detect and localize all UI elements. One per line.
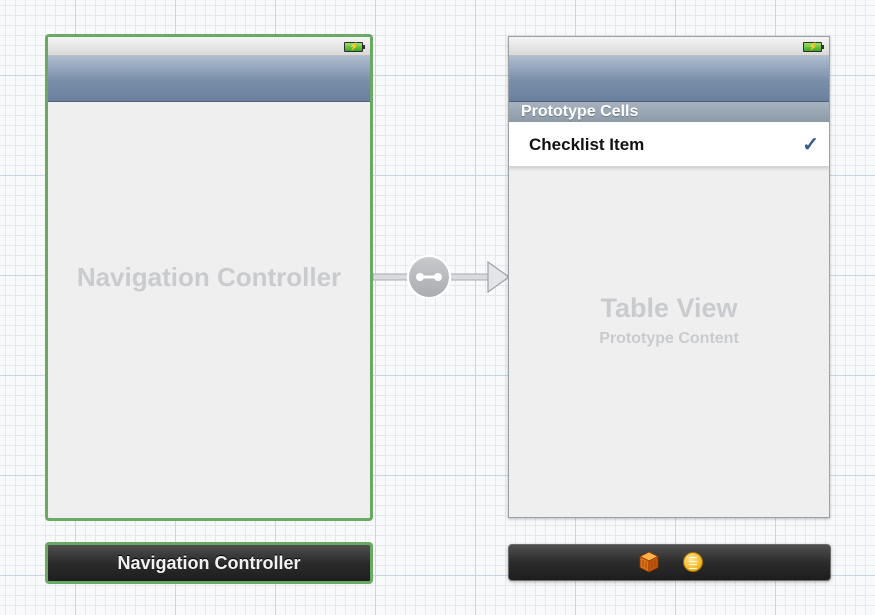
view-controller-cube-icon[interactable] [639, 551, 659, 573]
navigation-bar[interactable] [509, 56, 829, 102]
battery-icon: ⚡ [803, 42, 824, 52]
table-view-controller-dock[interactable] [508, 544, 831, 581]
navigation-controller-dock[interactable]: Navigation Controller [45, 542, 373, 584]
status-bar: ⚡ [509, 37, 829, 56]
segue-link-icon[interactable] [406, 254, 452, 300]
checkmark-icon: ✓ [802, 134, 819, 156]
status-bar: ⚡ [48, 37, 370, 56]
navigation-controller-title: Navigation Controller [76, 262, 342, 292]
navigation-bar[interactable] [48, 56, 370, 102]
segue-arrowhead [487, 260, 510, 294]
dock-label: Navigation Controller [117, 553, 301, 573]
first-responder-icon[interactable] [683, 552, 703, 572]
table-view-controller-scene[interactable]: ⚡ Prototype Cells Checklist Item ✓ Table… [508, 36, 830, 518]
checklist-item-cell[interactable]: Checklist Item ✓ [509, 122, 829, 167]
relationship-segue[interactable] [373, 253, 510, 301]
cell-label: Checklist Item [529, 135, 645, 154]
table-view-title: Table View [600, 293, 738, 323]
prototype-cells-header: Prototype Cells [509, 102, 829, 122]
table-view-subtitle: Prototype Content [599, 330, 739, 347]
battery-icon: ⚡ [344, 42, 365, 52]
navigation-controller-scene[interactable]: ⚡ Navigation Controller [45, 34, 373, 521]
